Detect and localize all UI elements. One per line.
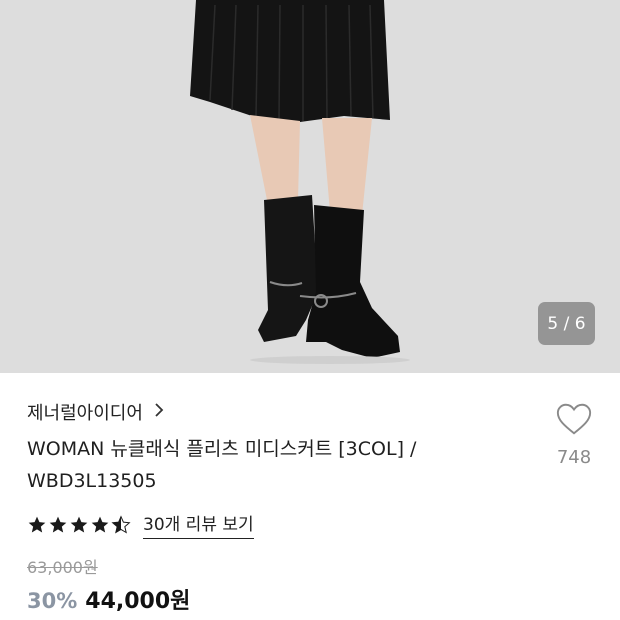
star-half-icon [111,514,131,534]
original-price: 63,000원 [27,558,98,577]
rating-row: 30개 리뷰 보기 [27,510,254,539]
wishlist-button[interactable]: 748 [548,401,600,468]
star-full-icon [70,516,88,532]
brand-link[interactable]: 제너럴아이디어 [27,399,165,425]
price-row: 30% 44,000원 [27,583,190,615]
chevron-right-icon [153,402,165,423]
product-title: WOMAN 뉴클래식 플리츠 미디스커트 [3COL] / WBD3L13505 [27,433,507,497]
sale-price: 44,000원 [85,589,191,614]
brand-name: 제너럴아이디어 [27,403,143,424]
product-photo [0,0,620,373]
product-info: 제너럴아이디어 WOMAN 뉴클래식 플리츠 미디스커트 [3COL] / WB… [0,373,620,620]
wishlist-count: 748 [556,447,592,468]
image-counter: 5 / 6 [538,302,595,345]
review-link[interactable]: 30개 리뷰 보기 [143,510,254,539]
product-title-line-2: WBD3L13505 [27,470,157,492]
product-image-gallery[interactable]: 5 / 6 [0,0,620,373]
product-title-line-1: WOMAN 뉴클래식 플리츠 미디스커트 [3COL] / [27,438,417,460]
star-full-icon [91,516,109,532]
star-full-icon [28,516,46,532]
star-rating [27,514,131,535]
discount-rate: 30% [27,589,78,613]
heart-icon [556,403,592,435]
star-full-icon [49,516,67,532]
